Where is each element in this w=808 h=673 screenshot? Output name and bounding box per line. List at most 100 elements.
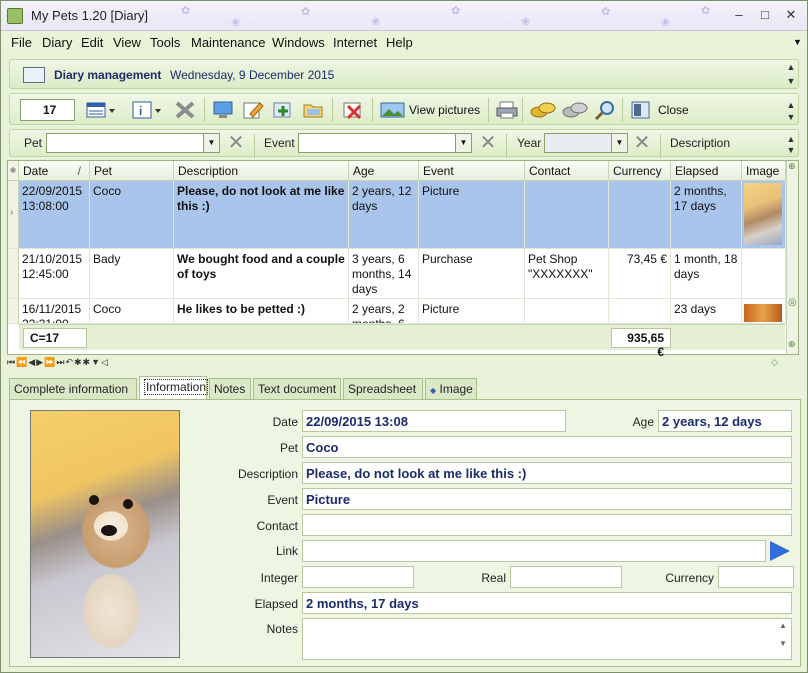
grid-vertical-scrollbar[interactable]: ⊕ ◎ ⊕ [786, 161, 798, 354]
menu-diary[interactable]: Diary [42, 35, 72, 50]
age-field[interactable]: 2 years, 12 days [658, 410, 792, 432]
minimize-button[interactable]: – [729, 6, 749, 24]
elapsed-field[interactable]: 2 months, 17 days [302, 592, 792, 614]
row-indicator[interactable] [8, 249, 19, 299]
menu-file[interactable]: File [11, 35, 32, 50]
link-field[interactable] [302, 540, 766, 562]
tab-spreadsheet[interactable]: Spreadsheet [343, 378, 423, 399]
column-header-event[interactable]: Event [419, 161, 525, 181]
delete-record-icon[interactable] [342, 100, 364, 120]
close-window-button[interactable]: ✕ [781, 6, 801, 24]
toolbar-down-icon[interactable]: ▼ [786, 112, 796, 124]
cell-elapsed[interactable]: 2 months, 17 days [671, 181, 742, 249]
coins-icon[interactable] [530, 100, 556, 120]
chevron-down-icon[interactable]: ▼ [611, 134, 627, 152]
tab-information[interactable]: Information [139, 376, 209, 400]
toolbar-up-icon[interactable]: ▲ [786, 100, 796, 112]
chevron-down-icon[interactable]: ▼ [455, 134, 471, 152]
monitor-icon[interactable] [212, 100, 234, 120]
cell-contact[interactable] [525, 299, 609, 324]
cell-pet[interactable]: Coco [90, 181, 174, 249]
add-icon[interactable] [272, 100, 294, 120]
cell-currency[interactable] [609, 299, 671, 324]
cell-pet[interactable]: Coco [90, 299, 174, 324]
cell-image[interactable] [742, 181, 786, 249]
column-header-image[interactable]: Image [742, 161, 786, 181]
menu-help[interactable]: Help [386, 35, 413, 50]
real-field[interactable] [510, 566, 622, 588]
cell-contact[interactable] [525, 181, 609, 249]
date-field[interactable]: 22/09/2015 13:08 [302, 410, 566, 432]
cell-date[interactable]: 21/10/2015 12:45:00 [19, 249, 90, 299]
search-icon[interactable] [594, 100, 616, 120]
edit-icon[interactable] [242, 100, 264, 120]
cell-elapsed[interactable]: 23 days [671, 299, 742, 324]
column-header-age[interactable]: Age [349, 161, 419, 181]
column-header-date[interactable]: Date / [19, 161, 90, 181]
folder-icon[interactable] [302, 100, 324, 120]
cell-contact[interactable]: Pet Shop "XXXXXXX" [525, 249, 609, 299]
close-icon[interactable] [630, 100, 652, 120]
column-header-pet[interactable]: Pet [90, 161, 174, 181]
menu-internet[interactable]: Internet [333, 35, 377, 50]
stats-icon[interactable] [562, 100, 588, 120]
currency-field[interactable] [718, 566, 794, 588]
cell-image[interactable] [742, 249, 786, 299]
record-count-field[interactable]: 17 [20, 99, 75, 121]
pet-field[interactable]: Coco [302, 436, 792, 458]
filter-down-icon[interactable]: ▼ [786, 145, 796, 157]
menu-overflow-icon[interactable]: ▼ [793, 37, 802, 47]
cell-age[interactable]: 2 years, 12 days [349, 181, 419, 249]
pictures-icon[interactable] [380, 100, 406, 120]
tab-image[interactable]: ◆ Image [425, 378, 477, 399]
integer-field[interactable] [302, 566, 414, 588]
header-up-icon[interactable]: ▲ [786, 62, 796, 74]
pet-filter-select[interactable]: ▼ [46, 133, 220, 153]
scroll-thumb-icon[interactable]: ◎ [788, 297, 797, 308]
maximize-button[interactable]: □ [755, 6, 775, 24]
cell-age[interactable]: 3 years, 6 months, 14 days [349, 249, 419, 299]
cell-date[interactable]: 22/09/2015 13:08:00 [19, 181, 90, 249]
tab-text-document[interactable]: Text document [253, 378, 341, 399]
contact-field[interactable] [302, 514, 792, 536]
scroll-up-icon[interactable]: ⊕ [788, 161, 796, 172]
clear-event-filter-icon[interactable]: ✕ [478, 133, 498, 153]
cell-event[interactable]: Picture [419, 181, 525, 249]
cell-description[interactable]: We bought food and a couple of toys [174, 249, 349, 299]
cell-event[interactable]: Purchase [419, 249, 525, 299]
menu-view[interactable]: View [113, 35, 141, 50]
notes-field[interactable]: ▲ ▼ [302, 618, 792, 660]
tab-notes[interactable]: Notes [209, 378, 251, 399]
column-header-contact[interactable]: Contact [525, 161, 609, 181]
close-label[interactable]: Close [658, 103, 689, 117]
menu-windows[interactable]: Windows [272, 35, 325, 50]
event-field[interactable]: Picture [302, 488, 792, 510]
cell-date[interactable]: 16/11/2015 22:21:00 [19, 299, 90, 324]
row-indicator[interactable]: › [8, 181, 19, 249]
menu-tools[interactable]: Tools [150, 35, 180, 50]
cell-pet[interactable]: Bady [90, 249, 174, 299]
scroll-down-icon[interactable]: ⊕ [788, 339, 796, 350]
menu-maintenance[interactable]: Maintenance [191, 35, 265, 50]
navigator-scroll-icon[interactable]: ◇ [771, 357, 779, 368]
clear-pet-filter-icon[interactable]: ✕ [226, 133, 246, 153]
navigator-buttons-icon[interactable]: ⏮⏪◀▶⏩⏭↶✱✱▼◁ [7, 357, 109, 367]
chevron-down-icon[interactable]: ▼ [203, 134, 219, 152]
year-filter-select[interactable]: ▼ [544, 133, 628, 153]
cell-currency[interactable]: 73,45 € [609, 249, 671, 299]
cell-currency[interactable] [609, 181, 671, 249]
cell-image[interactable] [742, 299, 786, 324]
cell-age[interactable]: 2 years, 2 months, 6 [349, 299, 419, 324]
header-down-icon[interactable]: ▼ [786, 76, 796, 88]
description-field[interactable]: Please, do not look at me like this :) [302, 462, 792, 484]
event-filter-select[interactable]: ▼ [298, 133, 472, 153]
column-header-description[interactable]: Description [174, 161, 349, 181]
grid-corner[interactable]: ✱ [8, 161, 19, 181]
menu-edit[interactable]: Edit [81, 35, 103, 50]
tab-complete-information[interactable]: Complete information [9, 378, 137, 399]
row-indicator[interactable] [8, 299, 19, 324]
delete-icon[interactable] [174, 100, 196, 120]
print-icon[interactable] [496, 100, 518, 120]
view-mode-icon[interactable] [86, 100, 116, 120]
cell-event[interactable]: Picture [419, 299, 525, 324]
